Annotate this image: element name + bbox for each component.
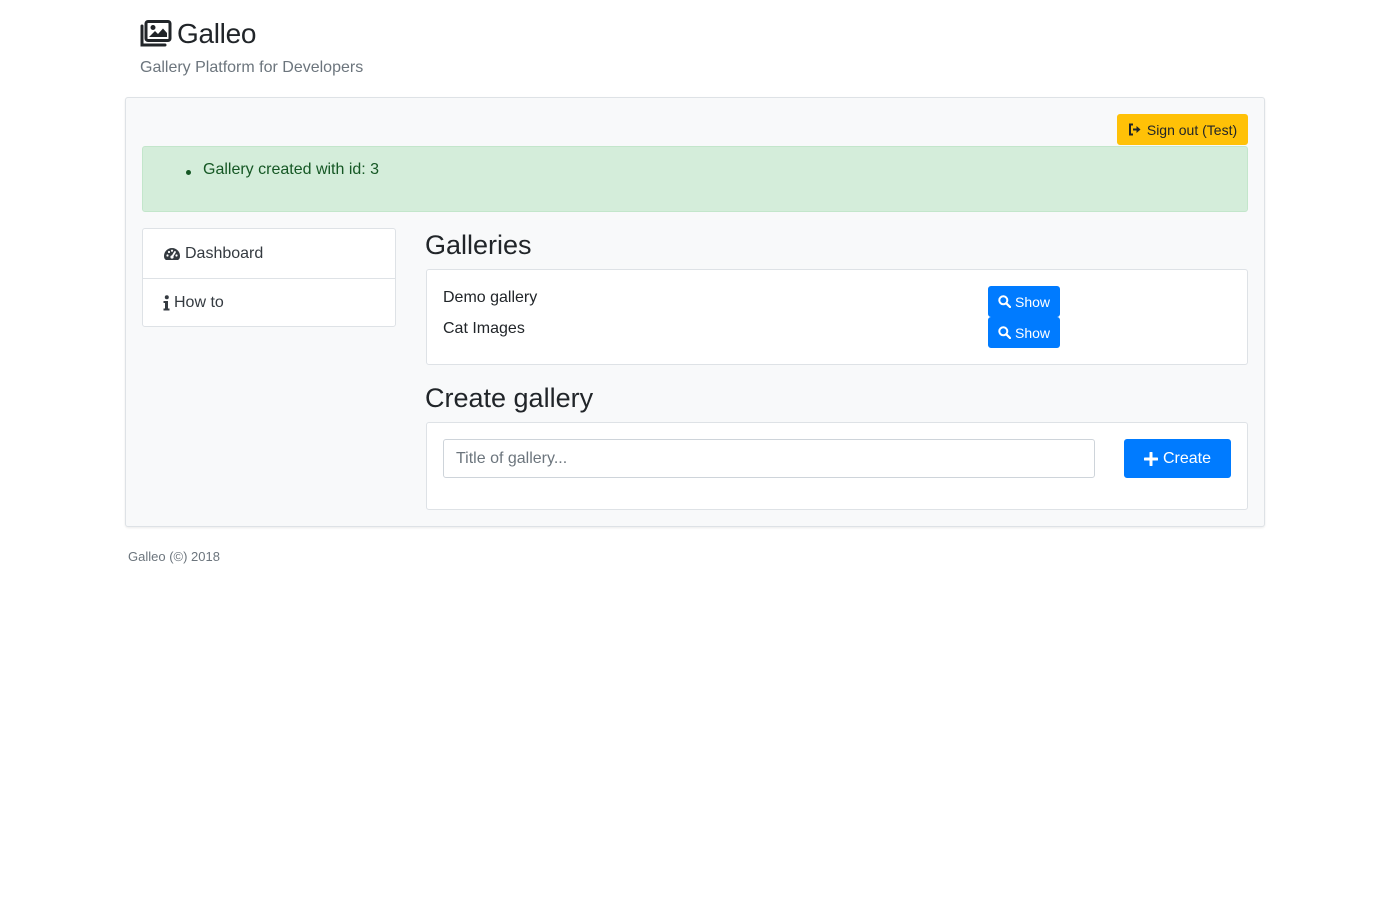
brand: Galleo (139, 16, 256, 52)
sign-out-label: Sign out (Test) (1146, 121, 1238, 138)
plus-icon (1143, 451, 1158, 466)
gallery-title-input[interactable] (443, 439, 1095, 478)
site-header: Galleo (139, 16, 256, 52)
sign-out-icon (1128, 123, 1141, 136)
alert-message: Gallery created with id: 3 (186, 161, 379, 179)
sidebar-item-dashboard[interactable]: Dashboard (143, 229, 395, 278)
create-gallery-heading: Create gallery (425, 383, 594, 413)
footer-copyright: Galleo (©) 2018 (128, 549, 220, 564)
sidebar-item-label: How to (174, 294, 224, 311)
show-button-label: Show (1014, 293, 1051, 310)
search-icon (998, 326, 1011, 339)
create-button-label: Create (1162, 449, 1212, 467)
show-button-label: Show (1014, 324, 1051, 341)
show-gallery-button[interactable]: Show (988, 286, 1060, 317)
create-gallery-form: Create (426, 422, 1248, 510)
list-item: Cat Images Show (443, 317, 1243, 348)
list-item: Demo gallery Show (443, 286, 1243, 317)
brand-subtitle: Gallery Platform for Developers (140, 59, 364, 76)
create-button[interactable]: Create (1124, 439, 1231, 478)
show-gallery-button[interactable]: Show (988, 317, 1060, 348)
sidebar-item-label: Dashboard (185, 244, 264, 262)
search-icon (998, 295, 1011, 308)
sidebar-nav: Dashboard How to (142, 228, 396, 327)
tachometer-icon (164, 247, 180, 260)
alert-list: Gallery created with id: 3 (186, 161, 379, 179)
gallery-name: Demo gallery (443, 289, 538, 306)
sign-out-button[interactable]: Sign out (Test) (1117, 114, 1248, 145)
brand-title: Galleo (177, 18, 257, 49)
gallery-name: Cat Images (443, 320, 525, 337)
images-icon (139, 20, 172, 48)
sidebar-item-how-to[interactable]: How to (143, 278, 395, 327)
success-alert: Gallery created with id: 3 (142, 146, 1248, 212)
galleries-list: Demo gallery Show Cat Images Show (426, 269, 1248, 365)
galleries-heading: Galleries (425, 230, 532, 260)
info-icon (163, 295, 170, 311)
